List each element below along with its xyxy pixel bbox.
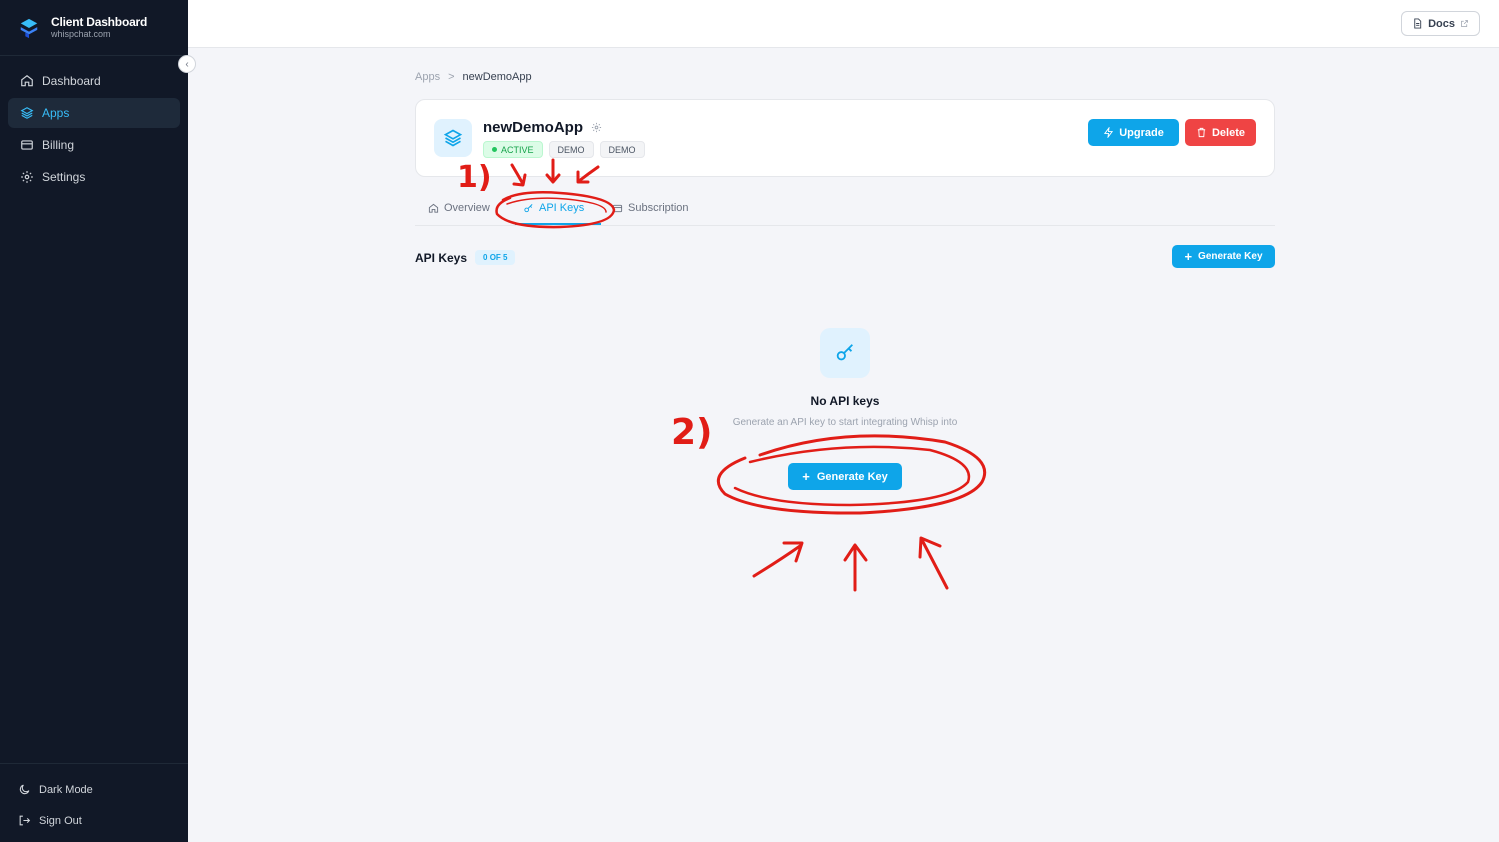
annotation-arrow — [843, 543, 868, 592]
topbar: Docs — [188, 0, 1499, 48]
document-icon — [1414, 18, 1422, 29]
tab-label: API Keys — [539, 202, 585, 214]
delete-label: Delete — [1211, 126, 1246, 139]
sidebar-nav: Dashboard Apps Billing Settings — [0, 56, 188, 204]
card-icon — [21, 140, 33, 150]
gear-icon — [21, 171, 33, 183]
home-icon — [21, 75, 33, 87]
status-dot — [492, 147, 497, 152]
breadcrumb-separator: > — [448, 71, 455, 83]
tab-label: Overview — [444, 202, 490, 214]
sidebar-bottom: Dark Mode Sign Out — [0, 763, 188, 842]
docs-button[interactable]: Docs — [1401, 11, 1480, 36]
app-name: newDemoApp — [483, 119, 584, 136]
generate-key-button[interactable]: + Generate Key — [788, 463, 902, 490]
brand-subtitle: whispchat.com — [51, 29, 111, 39]
generate-key-label: Generate Key — [816, 470, 888, 483]
app-badges: ACTIVE DEMO DEMO — [483, 141, 645, 158]
logo-icon — [20, 18, 38, 38]
moon-icon — [19, 784, 30, 795]
key-count-badge: 0 OF 5 — [475, 250, 516, 265]
chevron-left-icon: ‹ — [185, 58, 189, 70]
upgrade-label: Upgrade — [1119, 126, 1164, 139]
docs-label: Docs — [1428, 17, 1455, 30]
generate-key-button-top[interactable]: + Generate Key — [1172, 245, 1275, 268]
sidebar-item-billing[interactable]: Billing — [8, 130, 180, 160]
card-icon — [612, 204, 623, 212]
section-title: API Keys — [415, 250, 468, 265]
plan-badge: DEMO — [548, 141, 594, 158]
sidebar-item-label: Dashboard — [42, 74, 101, 88]
app-icon — [434, 119, 472, 157]
breadcrumb-current: newDemoApp — [462, 71, 532, 83]
annotation-arrow — [918, 536, 949, 590]
sidebar-item-label: Billing — [42, 138, 75, 152]
key-icon — [836, 344, 853, 361]
annotation-arrow — [752, 541, 804, 578]
app-tabs: Overview API Keys Subscription — [415, 196, 1275, 226]
sidebar-item-dashboard[interactable]: Dashboard — [8, 66, 180, 96]
tab-overview[interactable]: Overview — [428, 202, 490, 214]
annotation-step1-label: 1) — [457, 160, 492, 195]
generate-key-label: Generate Key — [1198, 251, 1263, 262]
lightning-icon — [1104, 127, 1114, 138]
layers-icon — [20, 107, 34, 119]
sidebar-item-label: Apps — [42, 106, 70, 120]
plus-icon: + — [1184, 249, 1193, 264]
home-icon — [428, 203, 439, 213]
brand-title: Client Dashboard — [51, 15, 148, 29]
external-link-icon — [1461, 20, 1468, 27]
sidebar-item-settings[interactable]: Settings — [8, 162, 180, 192]
dark-mode-label: Dark Mode — [39, 783, 93, 796]
sign-out-button[interactable]: Sign Out — [8, 805, 180, 836]
env-badge: DEMO — [599, 141, 645, 158]
tab-label: Subscription — [628, 202, 689, 214]
api-keys-heading: API Keys 0 OF 5 — [415, 250, 516, 265]
upgrade-button[interactable]: Upgrade — [1088, 119, 1179, 146]
layers-icon — [443, 129, 463, 147]
status-badge-label: ACTIVE — [501, 144, 534, 155]
sidebar-item-label: Settings — [42, 170, 86, 184]
sidebar-collapse-button[interactable]: ‹ — [178, 55, 196, 73]
sign-out-icon — [19, 815, 31, 826]
key-icon — [524, 203, 533, 212]
status-badge: ACTIVE — [483, 141, 543, 158]
trash-icon — [1197, 127, 1206, 138]
plus-icon: + — [802, 469, 810, 484]
sign-out-label: Sign Out — [39, 814, 82, 827]
gear-icon[interactable] — [591, 122, 602, 133]
tab-subscription[interactable]: Subscription — [612, 202, 689, 214]
tab-api-keys[interactable]: API Keys — [523, 202, 584, 214]
brand[interactable]: Client Dashboard whispchat.com — [0, 0, 188, 56]
delete-button[interactable]: Delete — [1185, 119, 1256, 146]
empty-state-icon — [820, 328, 870, 378]
app-header-card: newDemoApp ACTIVE DEMO DEMO Upgrade Dele… — [415, 99, 1275, 177]
sidebar: Client Dashboard whispchat.com Dashboard… — [0, 0, 188, 842]
breadcrumb: Apps > newDemoApp — [415, 71, 532, 83]
annotation-step2-label: 2) — [671, 412, 713, 453]
app-name-row: newDemoApp — [483, 119, 602, 136]
sidebar-item-apps[interactable]: Apps — [8, 98, 180, 128]
empty-state-title: No API keys — [810, 394, 880, 408]
tab-active-indicator — [515, 223, 601, 225]
dark-mode-toggle[interactable]: Dark Mode — [8, 774, 180, 805]
breadcrumb-apps-link[interactable]: Apps — [415, 71, 440, 83]
empty-state-description: Generate an API key to start integrating… — [732, 417, 958, 428]
